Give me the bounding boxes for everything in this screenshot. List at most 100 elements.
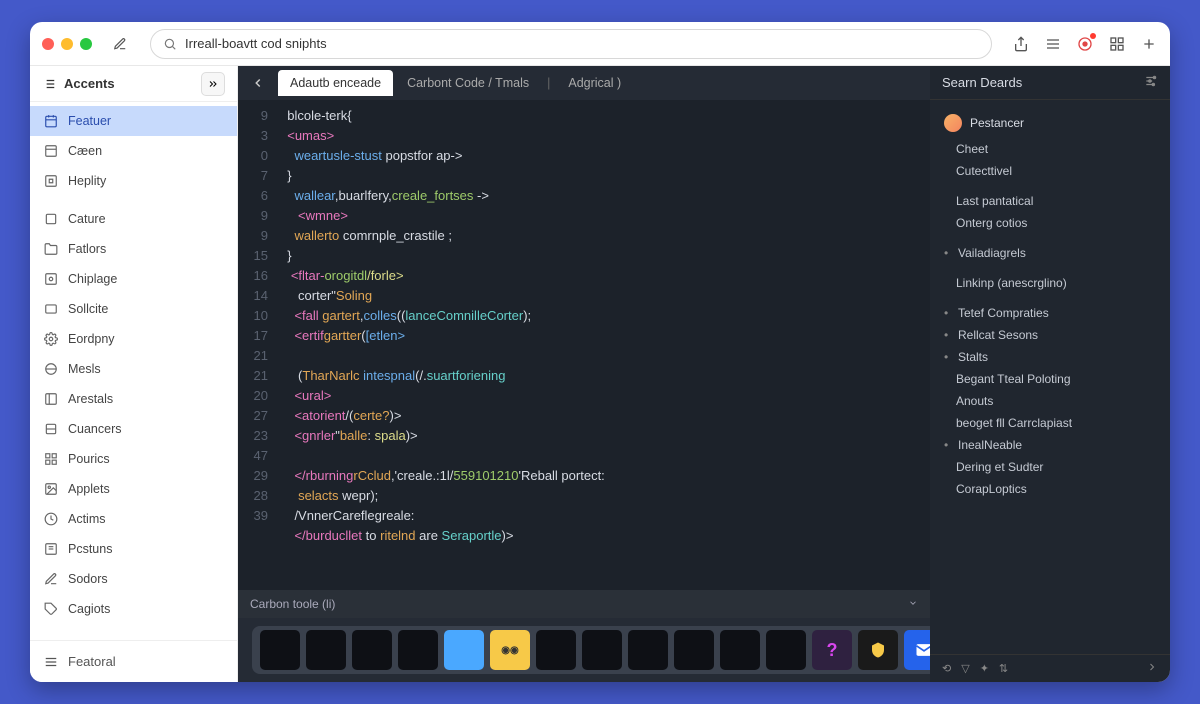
sidebar-item[interactable]: Arestals: [30, 384, 237, 414]
share-icon[interactable]: [1012, 35, 1030, 53]
chevron-right-icon[interactable]: [1146, 660, 1158, 678]
dock-app-12[interactable]: [766, 630, 806, 670]
sidebar-list[interactable]: Featuer Cæen Heplity Cature Fatlors Chiplage S…: [30, 102, 237, 640]
dock-app-10[interactable]: [674, 630, 714, 670]
right-panel-item[interactable]: Linkinp (anescrglino): [930, 272, 1170, 294]
sidebar-item[interactable]: Sodors: [30, 564, 237, 594]
status-bar: Carbon toole (li): [238, 590, 930, 618]
dock-app-1[interactable]: [260, 630, 300, 670]
right-panel-item[interactable]: Anouts: [930, 390, 1170, 412]
right-panel-body[interactable]: Pestancer CheetCutecttivel Last pantatica…: [930, 100, 1170, 654]
right-panel-username: Pestancer: [970, 116, 1024, 130]
target-icon[interactable]: [1076, 35, 1094, 53]
right-panel-item[interactable]: Cutecttivel: [930, 160, 1170, 182]
right-panel-item[interactable]: Last pantatical: [930, 190, 1170, 212]
list-icon: [42, 77, 56, 91]
right-panel-title: Searn Deards: [942, 75, 1022, 90]
sidebar-item-label: Cuancers: [68, 422, 122, 436]
dock-app-shield[interactable]: [858, 630, 898, 670]
dock-app-4[interactable]: [398, 630, 438, 670]
sidebar-item[interactable]: Featuer: [30, 106, 237, 136]
sidebar-item-label: Chiplage: [68, 272, 117, 286]
search-input[interactable]: [185, 36, 979, 51]
right-panel-item[interactable]: Dering et Sudter: [930, 456, 1170, 478]
right-panel-footer: ⟲ ▽ ✦ ⇅: [930, 654, 1170, 682]
sidebar-item[interactable]: Actims: [30, 504, 237, 534]
dock-row: ◉◉ ? Y.: [238, 618, 930, 682]
dock-app-2[interactable]: [306, 630, 346, 670]
editor-pane: Adautb enceadeCarbont Code / Tmals|Adgri…: [238, 66, 930, 682]
right-panel-item[interactable]: Stalts: [930, 346, 1170, 368]
dock-app-8[interactable]: [582, 630, 622, 670]
right-panel-item[interactable]: Rellcat Sesons: [930, 324, 1170, 346]
dock-app-help[interactable]: ?: [812, 630, 852, 670]
dock-app-6[interactable]: ◉◉: [490, 630, 530, 670]
sidebar-item-label: Fatlors: [68, 242, 106, 256]
dock-app-3[interactable]: [352, 630, 392, 670]
right-panel-item[interactable]: CorapLoptics: [930, 478, 1170, 500]
dock: ◉◉ ?: [252, 626, 952, 674]
sidebar-item-label: Sodors: [68, 572, 108, 586]
main-area: Accents Featuer Cæen Heplity Cature Fatlors C…: [30, 66, 1170, 682]
sidebar-item-label: Featuer: [68, 114, 111, 128]
sidebar-item-label: Sollcite: [68, 302, 108, 316]
sidebar-item[interactable]: Cature: [30, 204, 237, 234]
code-content[interactable]: blcole-terk{ <umas> weartusle-stust pops…: [276, 100, 930, 590]
sidebar-item[interactable]: Applets: [30, 474, 237, 504]
sidebar-item-label: Cæen: [68, 144, 102, 158]
refresh-icon[interactable]: ⟲: [942, 662, 951, 675]
status-dropdown-icon[interactable]: [908, 597, 918, 612]
sidebar-item[interactable]: Eordpny: [30, 324, 237, 354]
right-panel-user[interactable]: Pestancer: [930, 108, 1170, 138]
dock-app-11[interactable]: [720, 630, 760, 670]
sidebar-item[interactable]: Heplity: [30, 166, 237, 196]
sort-icon[interactable]: ⇅: [999, 662, 1008, 675]
plus-icon[interactable]: [1140, 35, 1158, 53]
dock-app-9[interactable]: [628, 630, 668, 670]
back-button[interactable]: [246, 71, 270, 95]
right-panel: Searn Deards Pestancer CheetCutecttivel L…: [930, 66, 1170, 682]
right-panel-item[interactable]: Tetef Compraties: [930, 302, 1170, 324]
right-panel-item[interactable]: Cheet: [930, 138, 1170, 160]
right-panel-item[interactable]: Vailadiagrels: [930, 242, 1170, 264]
search-icon: [163, 37, 177, 51]
sidebar-item[interactable]: Mesls: [30, 354, 237, 384]
right-panel-item[interactable]: InealNeable: [930, 434, 1170, 456]
sidebar-expand-button[interactable]: [201, 72, 225, 96]
star-icon[interactable]: ✦: [980, 662, 989, 675]
avatar: [944, 114, 962, 132]
right-panel-item[interactable]: Begant Tteal Poloting: [930, 368, 1170, 390]
sidebar-footer[interactable]: Featoral: [30, 640, 237, 682]
status-left: Carbon toole (li): [250, 597, 335, 611]
editor-tab[interactable]: Adautb enceade: [278, 70, 393, 96]
search-bar[interactable]: [150, 29, 992, 59]
toolbar-icons: [1012, 35, 1158, 53]
sidebar-item[interactable]: Cæen: [30, 136, 237, 166]
sidebar-item[interactable]: Pourics: [30, 444, 237, 474]
code-editor[interactable]: 93076991516141017212120272347292839 blco…: [238, 100, 930, 590]
sidebar-item-label: Actims: [68, 512, 106, 526]
right-panel-item[interactable]: Onterg cotios: [930, 212, 1170, 234]
sidebar-item-label: Heplity: [68, 174, 106, 188]
right-panel-item[interactable]: beoget fll Carrclapiast: [930, 412, 1170, 434]
sidebar-item-label: Applets: [68, 482, 110, 496]
sidebar-item[interactable]: Cagiots: [30, 594, 237, 624]
sidebar-item[interactable]: Sollcite: [30, 294, 237, 324]
menu-icon[interactable]: [1044, 35, 1062, 53]
editor-tab[interactable]: Adgrical ): [556, 70, 633, 96]
minimize-window-button[interactable]: [61, 38, 73, 50]
edit-icon[interactable]: [110, 34, 130, 54]
sidebar-item[interactable]: Chiplage: [30, 264, 237, 294]
dock-app-7[interactable]: [536, 630, 576, 670]
sidebar-item[interactable]: Cuancers: [30, 414, 237, 444]
sidebar-header: Accents: [30, 66, 237, 102]
sidebar-item[interactable]: Pcstuns: [30, 534, 237, 564]
dock-app-5[interactable]: [444, 630, 484, 670]
editor-tab[interactable]: Carbont Code / Tmals: [395, 70, 541, 96]
grid-icon[interactable]: [1108, 35, 1126, 53]
close-window-button[interactable]: [42, 38, 54, 50]
settings-icon[interactable]: [1144, 74, 1158, 91]
filter-icon[interactable]: ▽: [961, 662, 969, 675]
sidebar-item[interactable]: Fatlors: [30, 234, 237, 264]
maximize-window-button[interactable]: [80, 38, 92, 50]
